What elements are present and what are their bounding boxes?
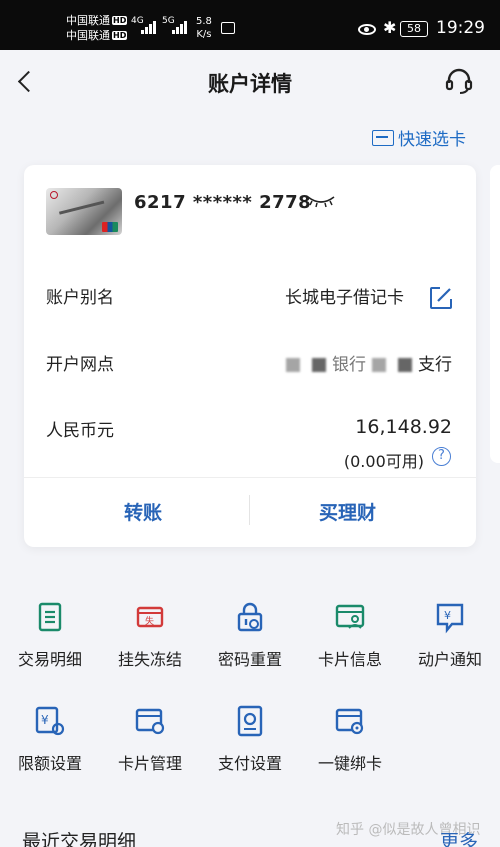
service-account-notice[interactable]: ¥ 动户通知: [400, 600, 500, 670]
hd-badge: HD: [112, 16, 128, 25]
redacted-block: [398, 358, 412, 372]
service-label: 交易明细: [17, 650, 82, 669]
card-divider: [24, 477, 476, 478]
carrier-2: 中国联通 HD: [66, 28, 128, 43]
service-label: 限额设置: [17, 754, 82, 773]
card-manage-icon: [135, 708, 165, 735]
report-loss-icon: 失: [136, 606, 164, 628]
next-card-peek: [490, 165, 500, 463]
signal-1-icon: [141, 18, 161, 34]
currency-label: 人民币元: [46, 421, 114, 441]
alias-value: 长城电子借记卡: [285, 288, 404, 308]
service-report-loss[interactable]: 失 挂失冻结: [100, 600, 200, 670]
more-link[interactable]: 更多: [440, 827, 478, 847]
great-wall-graphic: [58, 200, 108, 226]
service-label: 支付设置: [217, 754, 282, 773]
service-card-info[interactable]: 卡片信息: [300, 600, 400, 670]
quick-select-card-button[interactable]: 快速选卡: [372, 125, 466, 150]
payment-setting-icon: [237, 705, 263, 737]
bind-card-icon: [335, 708, 364, 735]
service-bind-card[interactable]: 一键绑卡: [300, 704, 400, 774]
svg-text:¥: ¥: [444, 609, 451, 622]
carrier-2-label: 中国联通: [66, 29, 110, 42]
branch-bank-text: 银行: [332, 355, 366, 375]
unionpay-icon: [102, 222, 118, 232]
redacted-block: [312, 358, 326, 372]
service-label: 一键绑卡: [317, 754, 382, 773]
service-limit-setting[interactable]: ¥ 限额设置: [0, 704, 100, 774]
card-info-icon: [335, 604, 365, 629]
transfer-button[interactable]: 转账: [124, 498, 162, 525]
redacted-block: [286, 358, 300, 372]
service-card-manage[interactable]: 卡片管理: [100, 704, 200, 774]
page-title: 账户详情: [208, 72, 292, 96]
limit-setting-icon: ¥: [35, 706, 65, 736]
balance-value: 16,148.92: [355, 416, 452, 438]
top-nav: 账户详情: [0, 50, 500, 114]
bank-card-image: [46, 188, 122, 235]
redacted-block: [372, 358, 386, 372]
account-card: 6217 ****** 2778 账户别名 长城电子借记卡 开户网点 银行 支行 …: [24, 165, 476, 547]
buy-wealth-button[interactable]: 买理财: [319, 498, 376, 525]
status-time: 19:29: [436, 18, 485, 38]
network-speed: 5.8 K/s: [196, 15, 212, 41]
customer-service-icon[interactable]: [444, 66, 474, 96]
card-number: 6217 ****** 2778: [134, 192, 312, 213]
transaction-detail-icon: [38, 602, 62, 632]
speed-unit: K/s: [196, 29, 212, 40]
carrier-1: 中国联通 HD: [66, 13, 128, 28]
speed-value: 5.8: [196, 16, 212, 27]
status-bar: 中国联通 HD 中国联通 HD 4G 5G 5.8 K/s ✱ 58 19:29: [0, 0, 500, 50]
service-transaction-detail[interactable]: 交易明细: [0, 600, 100, 670]
bank-logo-icon: [50, 191, 58, 199]
available-balance: (0.00可用): [343, 452, 424, 471]
image-notification-icon: [221, 22, 235, 34]
recent-transactions-title: 最近交易明细: [22, 831, 137, 847]
eye-comfort-icon: [358, 24, 376, 35]
battery-icon: 58: [400, 21, 428, 37]
signal-2-icon: [172, 18, 192, 34]
svg-text:失: 失: [145, 615, 154, 627]
card-switch-icon: [372, 129, 394, 146]
branch-value: 银行 支行: [280, 350, 452, 375]
branch-label: 开户网点: [46, 355, 114, 375]
service-label: 挂失冻结: [117, 650, 182, 669]
password-reset-icon: [237, 602, 263, 632]
edit-alias-icon[interactable]: [428, 285, 454, 311]
branch-sub-text: 支行: [418, 355, 452, 375]
hd-badge-2: HD: [112, 31, 128, 40]
service-password-reset[interactable]: 密码重置: [200, 600, 300, 670]
svg-text:¥: ¥: [41, 713, 49, 727]
carrier-1-label: 中国联通: [66, 14, 110, 27]
quick-select-label: 快速选卡: [398, 130, 466, 150]
service-label: 密码重置: [217, 650, 282, 669]
service-label: 卡片管理: [117, 754, 182, 773]
carrier-info: 中国联通 HD 中国联通 HD: [66, 13, 128, 43]
service-label: 动户通知: [417, 650, 482, 669]
service-label: 卡片信息: [317, 650, 382, 669]
alias-label: 账户别名: [46, 288, 114, 308]
service-payment-setting[interactable]: 支付设置: [200, 704, 300, 774]
eye-closed-icon[interactable]: [306, 193, 336, 209]
bluetooth-icon: ✱: [383, 18, 397, 37]
account-notice-icon: ¥: [436, 603, 464, 634]
action-divider: [249, 495, 250, 525]
help-icon[interactable]: ?: [432, 447, 451, 466]
